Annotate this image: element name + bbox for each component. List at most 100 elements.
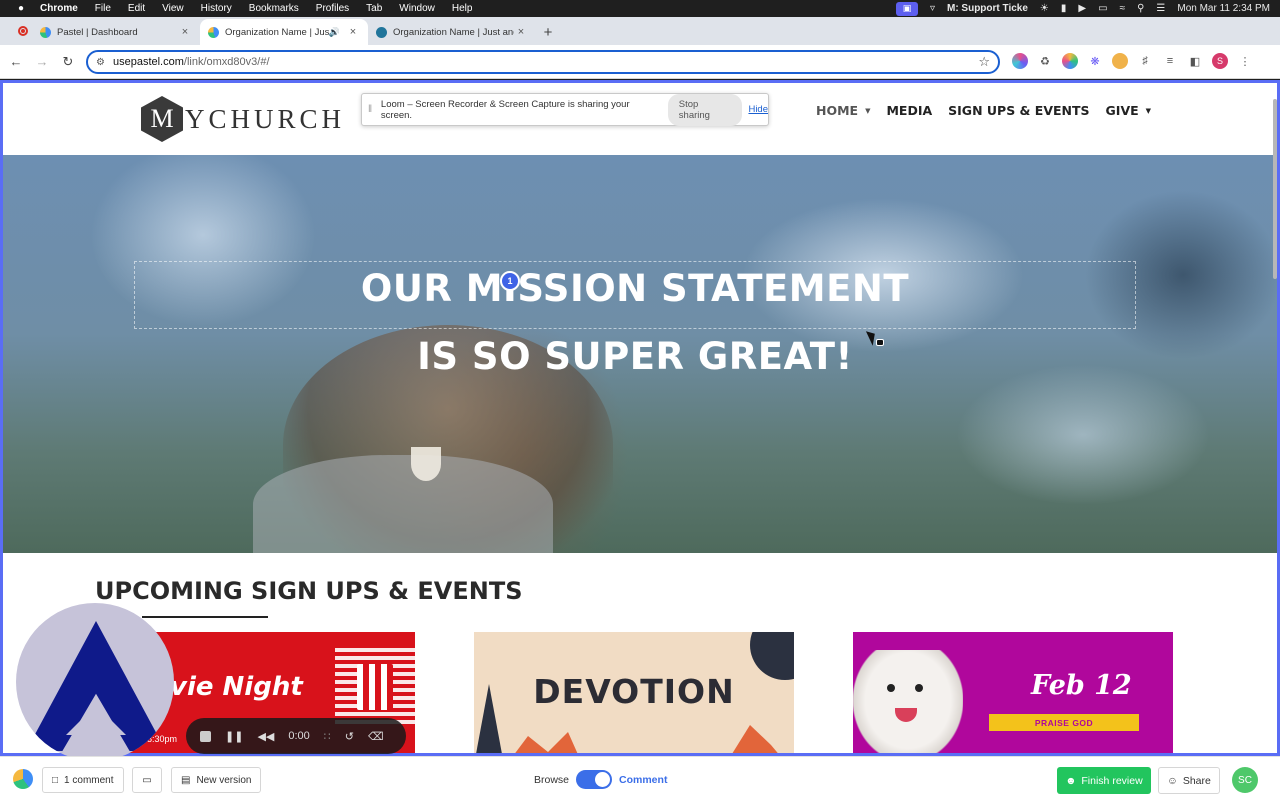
extension-cookie-icon[interactable] (1112, 53, 1128, 69)
menu-profiles[interactable]: Profiles (316, 3, 349, 14)
tab-pastel-dashboard[interactable]: Pastel | Dashboard × (32, 19, 200, 45)
new-version-button[interactable]: ▤ New version (171, 767, 262, 793)
stop-sharing-button[interactable]: Stop sharing (667, 93, 743, 126)
forward-arrow-icon[interactable]: → (29, 49, 55, 75)
side-panel-icon[interactable]: ◧ (1187, 53, 1203, 69)
bookmark-star-icon[interactable]: ☆ (978, 54, 990, 70)
menu-app-chrome[interactable]: Chrome (40, 3, 78, 14)
media-controls-icon[interactable]: ≡ (1162, 53, 1178, 69)
site-settings-icon[interactable]: ⚙ (96, 57, 105, 68)
address-bar[interactable]: ⚙ usepastel.com/link/omxd80v3/#/ ☆ (86, 50, 1000, 74)
event-card-devotion[interactable]: DEVOTION (474, 632, 794, 753)
dog-eye (887, 684, 895, 692)
hide-link[interactable]: Hide (748, 104, 768, 115)
hero-title-line1[interactable]: OUR MISSION STATEMENT (3, 267, 1267, 310)
extension-recycle-icon[interactable]: ♻ (1037, 53, 1053, 69)
apple-icon[interactable]: ● (14, 3, 28, 14)
pastel-logo-icon[interactable] (13, 769, 33, 789)
grid-icon[interactable]: ∷ (324, 730, 331, 743)
dog-photo (853, 650, 963, 753)
site-header: M YCHURCH ‖ Loom – Screen Recorder & Scr… (3, 83, 1277, 155)
monitor-icon: ▭ (142, 774, 152, 786)
microphone-icon[interactable]: ▿ (930, 3, 935, 14)
document-icon: ▤ (181, 774, 191, 786)
review-toolbar: □ 1 comment ▭ ▤ New version Browse Comme… (0, 756, 1280, 800)
user-check-icon: ☻ (1065, 774, 1077, 787)
tab-close-icon[interactable]: × (178, 26, 192, 38)
menu-bookmarks[interactable]: Bookmarks (249, 3, 299, 14)
dog-eye (915, 684, 923, 692)
wifi-icon[interactable]: ≈ (1120, 3, 1126, 14)
comment-mode-label[interactable]: Comment (619, 774, 667, 786)
comment-pin[interactable]: 1 (500, 271, 520, 291)
recording-timer: 0:00 (288, 730, 310, 742)
menu-view[interactable]: View (162, 3, 184, 14)
event-card-banner: PRAISE GOD (989, 714, 1139, 731)
menu-help[interactable]: Help (452, 3, 473, 14)
menu-history[interactable]: History (201, 3, 232, 14)
section-heading: UPCOMING SIGN UPS & EVENTS (95, 577, 523, 605)
nav-home[interactable]: HOME ▼ (816, 103, 870, 118)
nav-signups-events[interactable]: SIGN UPS & EVENTS (948, 103, 1089, 118)
tab-close-icon[interactable]: × (514, 26, 528, 38)
extension-color-icon[interactable] (1012, 53, 1028, 69)
finish-review-button[interactable]: ☻ Finish review (1057, 767, 1151, 794)
event-card-praise-god[interactable]: Feb 12 PRAISE GOD (853, 632, 1173, 753)
browse-mode-label[interactable]: Browse (534, 774, 569, 786)
menu-edit[interactable]: Edit (128, 3, 145, 14)
menu-file[interactable]: File (95, 3, 111, 14)
comments-button[interactable]: □ 1 comment (42, 767, 124, 793)
comment-bubble-icon: □ (52, 774, 59, 786)
support-ticket-status[interactable]: M: Support Ticke (947, 3, 1028, 14)
hero-title-line2[interactable]: IS SO SUPER GREAT! (3, 335, 1267, 378)
user-avatar[interactable]: SC (1232, 767, 1258, 793)
control-center-icon[interactable]: ☰ (1156, 3, 1165, 14)
speaker-icon[interactable]: 🔊 (329, 27, 340, 38)
church-logo[interactable]: M YCHURCH (141, 96, 345, 142)
trash-icon[interactable]: ⌫ (368, 730, 384, 743)
nav-home-label: HOME (816, 103, 859, 118)
tab-title: Pastel | Dashboard (57, 26, 138, 38)
tab-organization-active[interactable]: Organization Name | Just 🔊 × (200, 19, 368, 45)
menu-window[interactable]: Window (399, 3, 435, 14)
reload-icon[interactable]: ↻ (55, 49, 81, 75)
hero-banner: OUR MISSION STATEMENT IS SO SUPER GREAT!… (3, 155, 1277, 553)
share-button[interactable]: ☺ Share (1158, 767, 1220, 794)
stop-recording-icon[interactable] (200, 730, 211, 742)
nav-media[interactable]: MEDIA (886, 103, 932, 118)
event-card-title: Feb 12 (1031, 670, 1132, 701)
extensions-row: ♻ ❋ ♯ ≡ ◧ S ⋮ (1012, 53, 1253, 69)
screen-record-icon[interactable]: ▣ (895, 1, 918, 16)
menu-tab[interactable]: Tab (366, 3, 382, 14)
restart-icon[interactable]: ↺ (345, 730, 354, 743)
search-icon[interactable]: ⚲ (1137, 3, 1144, 14)
page-scrollbar[interactable] (1273, 99, 1277, 279)
menu-clock[interactable]: Mon Mar 11 2:34 PM (1177, 3, 1270, 14)
new-tab-plus-icon[interactable]: + (536, 19, 560, 45)
finish-review-label: Finish review (1081, 774, 1143, 787)
play-circle-icon[interactable]: ▶ (1078, 3, 1086, 14)
browse-comment-switch[interactable] (576, 770, 613, 789)
extension-chroma-icon[interactable] (1062, 53, 1078, 69)
device-preview-button[interactable]: ▭ (132, 767, 162, 793)
browser-tab-strip: Pastel | Dashboard × Organization Name |… (0, 17, 1280, 45)
popcorn-icon (357, 664, 393, 710)
nav-give[interactable]: GIVE ▼ (1106, 103, 1152, 118)
clipboard-icon[interactable]: ▮ (1061, 3, 1067, 14)
tab-organization-wordpress[interactable]: Organization Name | Just and × (368, 19, 536, 45)
kebab-menu-icon[interactable]: ⋮ (1237, 53, 1253, 69)
back-arrow-icon[interactable]: ← (3, 49, 29, 75)
recording-controls: ❚❚ ◀◀ 0:00 ∷ ↺ ⌫ (186, 718, 406, 754)
rewind-icon[interactable]: ◀◀ (257, 730, 274, 743)
comments-count-label: 1 comment (64, 774, 114, 786)
extension-gear-icon[interactable]: ❋ (1087, 53, 1103, 69)
extensions-puzzle-icon[interactable]: ♯ (1137, 53, 1153, 69)
menu-status-area: ▣ ▿ M: Support Ticke ☀ ▮ ▶ ▭ ≈ ⚲ ☰ Mon M… (895, 0, 1270, 17)
drag-handle-icon[interactable]: ‖ (368, 104, 374, 115)
pause-icon[interactable]: ❚❚ (225, 730, 243, 743)
battery-icon[interactable]: ▭ (1098, 3, 1107, 14)
webcam-bubble[interactable] (16, 603, 174, 761)
tab-close-icon[interactable]: × (346, 26, 360, 38)
profile-avatar[interactable]: S (1212, 53, 1228, 69)
brightness-icon[interactable]: ☀ (1040, 3, 1049, 14)
